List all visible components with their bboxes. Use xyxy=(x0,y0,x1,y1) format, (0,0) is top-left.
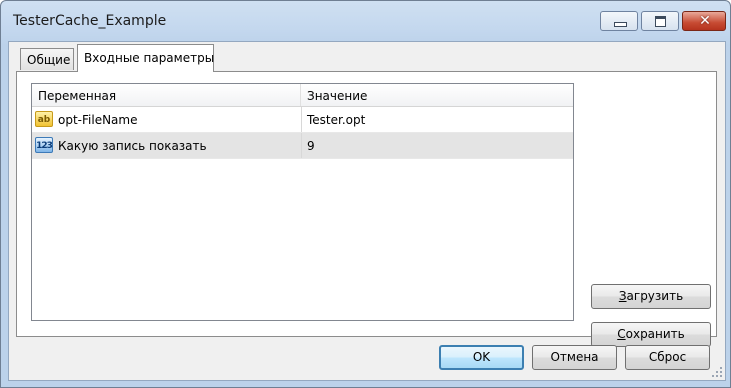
column-header-value[interactable]: Значение xyxy=(301,84,573,106)
load-button-mnemonic: З xyxy=(618,289,627,303)
reset-button[interactable]: Сброс xyxy=(625,345,710,370)
minimize-icon xyxy=(614,22,627,27)
string-type-icon: ab xyxy=(35,111,53,127)
ok-button[interactable]: OK xyxy=(439,345,524,370)
window-title: TesterCache_Example xyxy=(13,13,167,29)
load-button[interactable]: Загрузить xyxy=(591,284,711,309)
load-button-label: агрузить xyxy=(626,289,684,303)
parameters-grid: Переменная Значение ab opt-FileName Test… xyxy=(31,83,574,321)
cancel-button[interactable]: Отмена xyxy=(532,345,617,370)
resize-grip[interactable] xyxy=(711,366,723,378)
grid-header: Переменная Значение xyxy=(32,84,573,107)
tab-general[interactable]: Общие xyxy=(20,48,74,70)
tab-input-parameters[interactable]: Входные параметры xyxy=(77,44,214,72)
minimize-button[interactable] xyxy=(600,11,638,31)
value-cell[interactable]: 9 xyxy=(301,133,571,158)
column-header-variable[interactable]: Переменная xyxy=(32,84,301,106)
maximize-button[interactable] xyxy=(641,11,679,31)
value-cell[interactable]: Tester.opt xyxy=(301,107,571,132)
tab-panel: Переменная Значение ab opt-FileName Test… xyxy=(16,71,717,347)
close-icon: ✕ xyxy=(699,13,711,29)
dialog-window: TesterCache_Example ✕ Общие Входные пара… xyxy=(0,0,731,388)
close-button[interactable]: ✕ xyxy=(682,11,726,31)
save-button-mnemonic: С xyxy=(617,327,626,341)
save-button[interactable]: Сохранить xyxy=(591,322,711,347)
table-row[interactable]: ab opt-FileName Tester.opt xyxy=(32,107,573,133)
maximize-icon xyxy=(655,16,666,27)
variable-name-cell: Какую запись показать xyxy=(58,139,207,153)
save-button-label: охранить xyxy=(625,327,685,341)
integer-type-icon: 123 xyxy=(35,137,53,153)
variable-name-cell: opt-FileName xyxy=(58,113,138,127)
dialog-content: Общие Входные параметры Переменная Значе… xyxy=(8,41,726,381)
title-bar[interactable]: TesterCache_Example ✕ xyxy=(1,1,730,41)
table-row[interactable]: 123 Какую запись показать 9 xyxy=(32,133,573,159)
